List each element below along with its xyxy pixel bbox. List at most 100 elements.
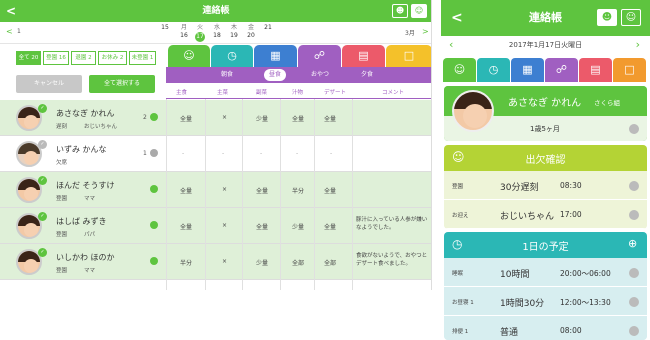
table-row[interactable]: ✓ いずみ かんな 欠席 1 - - - - - [0, 136, 431, 172]
cell-dessert[interactable]: 全部 [324, 258, 336, 267]
row-value: 30分遅刻 [500, 183, 539, 193]
check-icon: ✓ [38, 140, 47, 149]
cell-soup[interactable]: 全部 [292, 258, 304, 267]
subtab-snack[interactable]: おやつ [307, 69, 333, 81]
status-dot [150, 257, 158, 265]
cell-soup[interactable]: - [296, 150, 298, 157]
group-icon[interactable]: ☺ [411, 4, 427, 18]
cell-main[interactable]: × [222, 186, 227, 193]
cell-dessert[interactable]: 全量 [324, 186, 336, 195]
row-time: 08:30 [560, 181, 582, 190]
page-title: 連絡帳 [202, 6, 230, 16]
table-row[interactable]: ✓ あさなぎ かれん 遅刻 おじいちゃん 2 全量 × 少量 全量 全量 [0, 100, 431, 136]
cell-staple[interactable]: 全量 [180, 222, 192, 231]
row-label: お昼寝 1 [452, 300, 474, 306]
calendar-tab-icon[interactable]: ▦ [254, 45, 297, 67]
month-right-label: 3月 [405, 30, 415, 37]
row-time: 17:00 [560, 210, 582, 219]
cell-staple[interactable]: 全量 [180, 114, 192, 123]
schedule-title: 1日の予定 [522, 242, 569, 253]
schedule-row[interactable]: 排便 1 普通 08:00 [444, 317, 647, 340]
back-button[interactable]: < [6, 0, 16, 22]
cell-side[interactable]: 全量 [256, 222, 268, 231]
filter-not-arrived[interactable]: 未登園 1 [129, 51, 156, 65]
day-16[interactable]: 月 16 [177, 24, 191, 40]
check-icon: ✓ [38, 176, 47, 185]
cell-soup[interactable]: 半分 [292, 186, 304, 195]
day-19[interactable]: 木 19 [227, 24, 241, 40]
note-tab-icon[interactable]: ▤ [342, 45, 385, 67]
cell-main[interactable]: - [222, 150, 224, 157]
back-button[interactable]: < [451, 0, 463, 36]
subtab-breakfast[interactable]: 朝食 [216, 69, 238, 81]
attendance-row[interactable]: 登園 30分遅刻 08:30 [444, 172, 647, 200]
comment-tab-icon[interactable]: □ [613, 58, 646, 82]
table-row[interactable]: ✓ はしば みずき 登園 パパ 全量 × 全量 少量 全量 豚汁に入っている人参… [0, 208, 431, 244]
prev-arrow-icon[interactable]: < [6, 27, 13, 36]
cell-side[interactable]: 少量 [256, 114, 268, 123]
subtab-lunch[interactable]: 昼食 [264, 69, 286, 81]
phone-panel: < 連絡帳 ☻ ☺ ‹ 2017年1月17日火曜日 › ☺ ◷ ▦ ☍ ▤ □ … [441, 0, 650, 340]
cell-soup[interactable]: 全量 [292, 114, 304, 123]
cell-side[interactable]: 少量 [256, 258, 268, 267]
header-bar: < 連絡帳 ☻ ☺ [0, 0, 431, 22]
person-icon[interactable]: ☻ [392, 4, 408, 18]
schedule-row[interactable]: 睡眠 10時間 20:00〜06:00 [444, 259, 647, 287]
subtab-dinner[interactable]: 夕食 [356, 69, 378, 81]
pickup: ママ [84, 196, 96, 202]
table-row[interactable]: ✓ ほんだ そうすけ 登園 ママ 全量 × 全量 半分 全量 [0, 172, 431, 208]
cell-main[interactable]: × [222, 258, 227, 265]
calendar-tab-icon[interactable]: ▦ [511, 58, 544, 82]
cell-side[interactable]: 全量 [256, 186, 268, 195]
cell-comment[interactable]: 豚汁に入っている人参が嫌いなようでした。 [356, 216, 428, 232]
day-21[interactable]: 21 [261, 24, 275, 32]
cell-dessert[interactable]: - [330, 150, 332, 157]
select-all-button[interactable]: 全て選択する [89, 75, 155, 93]
check-icon: ✓ [38, 104, 47, 113]
person-icon[interactable]: ☻ [597, 9, 617, 26]
meal-tab-icon[interactable]: ☍ [298, 45, 341, 67]
col-soup: 汁物 [292, 90, 304, 96]
comment-tab-icon[interactable]: □ [386, 45, 431, 67]
clock-tab-icon[interactable]: ◷ [477, 58, 510, 82]
day-18[interactable]: 水 18 [210, 24, 224, 40]
cell-staple[interactable]: - [182, 150, 184, 157]
cell-dessert[interactable]: 全量 [324, 114, 336, 123]
next-date-icon[interactable]: › [636, 36, 640, 54]
attendance-row[interactable]: お迎え おじいちゃん 17:00 [444, 201, 647, 229]
cell-main[interactable]: × [222, 222, 227, 229]
page-title: 連絡帳 [529, 11, 562, 24]
group-icon[interactable]: ☺ [621, 9, 641, 26]
day-15[interactable]: 15 [158, 24, 172, 32]
attendance-tab-icon[interactable]: ☺ [168, 45, 210, 67]
cell-main[interactable]: × [222, 114, 227, 121]
clock-tab-icon[interactable]: ◷ [211, 45, 253, 67]
cell-side[interactable]: - [260, 150, 262, 157]
filter-all[interactable]: 全て 20 [16, 51, 41, 65]
col-comment: コメント [382, 90, 405, 96]
status: 登園 [56, 232, 68, 238]
cancel-button[interactable]: キャンセル [16, 75, 82, 93]
day-17-selected[interactable]: 火 17 [193, 24, 207, 42]
attendance-title: 出欠確認 [525, 155, 566, 166]
day-20[interactable]: 金 20 [244, 24, 258, 40]
attendance-tab-icon[interactable]: ☺ [443, 58, 476, 82]
prev-date-icon[interactable]: ‹ [449, 36, 453, 54]
filter-absent[interactable]: お休み 2 [98, 51, 127, 65]
schedule-row[interactable]: お昼寝 1 1時間30分 12:00〜13:30 [444, 288, 647, 316]
cell-dessert[interactable]: 全量 [324, 222, 336, 231]
meal-tab-icon[interactable]: ☍ [545, 58, 578, 82]
cell-staple[interactable]: 半分 [180, 258, 192, 267]
table-row[interactable]: ✓ いしかわ ほのか 登園 ママ 半分 × 少量 全部 全部 食欲がないようで、… [0, 244, 431, 280]
add-icon[interactable]: ⊕ [628, 237, 637, 250]
note-tab-icon[interactable]: ▤ [579, 58, 612, 82]
avatar [452, 90, 494, 132]
cell-comment[interactable]: 食欲がないようで、おやつとデザート食べました。 [356, 252, 428, 268]
status: 欠席 [56, 160, 68, 166]
filter-attending[interactable]: 登園 16 [43, 51, 69, 65]
cell-soup[interactable]: 少量 [292, 222, 304, 231]
cell-staple[interactable]: 全量 [180, 186, 192, 195]
next-arrow-icon[interactable]: > [422, 27, 429, 36]
filter-left[interactable]: 退園 2 [71, 51, 96, 65]
row-value: 10時間 [500, 270, 530, 280]
